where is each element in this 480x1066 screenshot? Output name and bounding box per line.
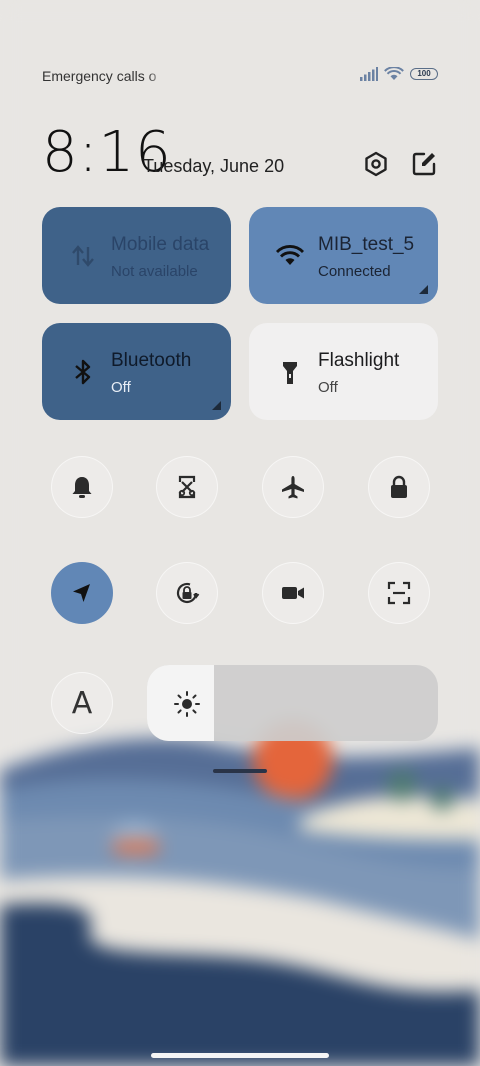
bluetooth-status: Off	[111, 379, 131, 396]
wifi-status: Connected	[318, 263, 391, 280]
edit-icon[interactable]	[410, 150, 438, 178]
wifi-status-icon	[384, 67, 404, 80]
status-carrier-text: Emergency calls o	[42, 68, 157, 84]
panel-drag-handle[interactable]	[213, 769, 267, 773]
sound-toggle[interactable]	[51, 456, 113, 518]
battery-indicator: 100	[410, 68, 438, 80]
rotation-lock-icon	[176, 582, 200, 604]
mobile-data-label: Mobile data	[111, 234, 210, 255]
screenshot-icon	[178, 475, 196, 499]
flashlight-label: Flashlight	[318, 350, 400, 371]
font-a-label: A	[71, 685, 93, 721]
bluetooth-tile[interactable]: Bluetooth Off	[42, 323, 231, 420]
mobile-data-tile[interactable]: Mobile data Not available	[42, 207, 231, 304]
scanner-toggle[interactable]	[368, 562, 430, 624]
screen-recorder-toggle[interactable]	[262, 562, 324, 624]
flashlight-status: Off	[318, 379, 338, 396]
flashlight-tile[interactable]: Flashlight Off	[249, 323, 438, 420]
airplane-mode-toggle[interactable]	[262, 456, 324, 518]
signal-bars-icon	[360, 67, 378, 81]
rotation-lock-toggle[interactable]	[156, 562, 218, 624]
date-text: Tuesday, June 20	[143, 156, 285, 176]
mobile-data-arrows-icon	[72, 245, 94, 267]
sun-icon	[174, 691, 200, 717]
home-indicator[interactable]	[151, 1053, 329, 1058]
status-icons: 100	[360, 67, 438, 81]
lock-icon	[391, 475, 407, 498]
wifi-icon	[275, 245, 305, 265]
screenshot-toggle[interactable]	[156, 456, 218, 518]
location-toggle[interactable]	[51, 562, 113, 624]
wifi-tile[interactable]: MIB_test_5 Connected	[249, 207, 438, 304]
settings-hex-icon[interactable]	[362, 150, 390, 178]
lock-screen-toggle[interactable]	[368, 456, 430, 518]
bluetooth-icon	[75, 359, 91, 385]
wifi-network-name: MIB_test_5	[318, 234, 415, 255]
scan-icon	[387, 581, 411, 605]
airplane-icon	[282, 476, 304, 499]
location-icon	[73, 584, 90, 602]
font-size-toggle[interactable]: A	[51, 672, 113, 734]
bell-icon	[72, 477, 92, 498]
bluetooth-label: Bluetooth	[111, 350, 192, 371]
wifi-expand-corner[interactable]	[419, 285, 428, 294]
bluetooth-expand-corner[interactable]	[212, 401, 221, 410]
mobile-data-status: Not available	[111, 263, 198, 280]
video-camera-icon	[282, 587, 304, 599]
brightness-slider[interactable]	[147, 665, 438, 741]
flashlight-icon	[283, 362, 297, 384]
